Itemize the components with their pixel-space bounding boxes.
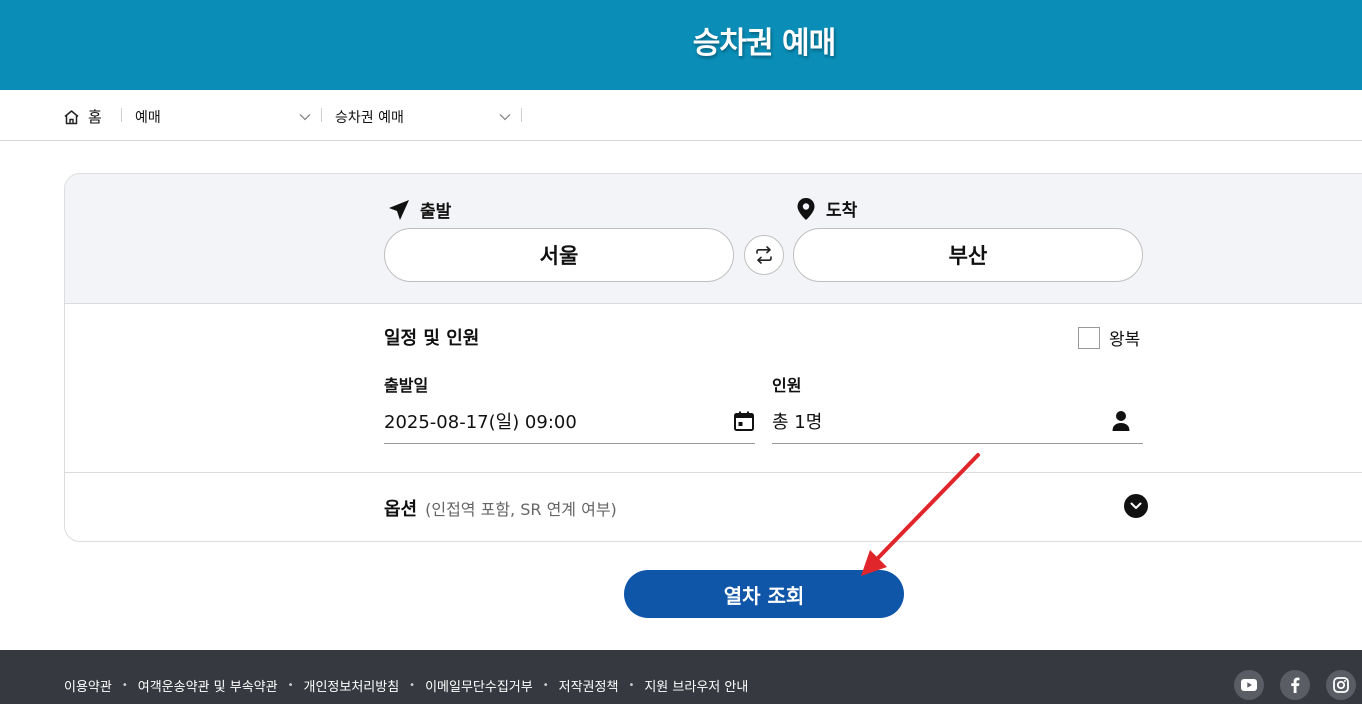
arrival-label-text: 도착 [826,201,858,221]
breadcrumb-dropdown-ticket[interactable]: 승차권 예매 [335,107,511,127]
home-icon [64,109,79,124]
footer-link-browser[interactable]: 지원 브라우저 안내 [644,676,748,695]
separator-dot: • [409,680,416,691]
instagram-icon [1333,677,1349,693]
departure-label-text: 출발 [420,202,452,222]
facebook-link[interactable] [1280,670,1310,700]
departure-date-value: 2025-08-17(일) 09:00 [384,411,577,433]
swap-icon [756,246,772,264]
departure-date-field[interactable]: 2025-08-17(일) 09:00 [384,398,755,444]
divider [65,472,1362,473]
schedule-section-title: 일정 및 인원 [384,328,480,349]
footer-links: 이용약관 • 여객운송약관 및 부속약관 • 개인정보처리방침 • 이메일무단수… [64,676,748,695]
breadcrumb-home-label: 홈 [88,108,102,126]
options-section[interactable]: 옵션 (인접역 포함, SR 연계 여부) [384,495,617,521]
breadcrumb-divider [321,108,322,122]
page-footer: 이용약관 • 여객운송약관 및 부속약관 • 개인정보처리방침 • 이메일무단수… [0,650,1362,704]
options-expand-button[interactable] [1124,494,1148,518]
options-subtitle: (인접역 포함, SR 연계 여부) [425,500,617,519]
departure-label: 출발 [388,197,451,222]
arrival-station-button[interactable]: 부산 [793,228,1143,282]
page-header: 승차권 예매 [0,0,1362,90]
chevron-down-icon [1130,502,1142,509]
departure-station-button[interactable]: 서울 [384,228,734,282]
breadcrumb-home[interactable]: 홈 [63,106,102,127]
footer-link-copyright[interactable]: 저작권정책 [559,676,619,695]
breadcrumb-divider [121,108,122,122]
chevron-down-icon [499,114,511,121]
instagram-link[interactable] [1326,670,1356,700]
departure-date-label: 출발일 [384,376,429,395]
train-search-button[interactable]: 열차 조회 [624,570,904,618]
roundtrip-checkbox[interactable]: 왕복 [1078,325,1140,350]
roundtrip-label: 왕복 [1109,330,1141,350]
footer-link-transport-terms[interactable]: 여객운송약관 및 부속약관 [138,676,278,695]
facebook-icon [1291,677,1300,693]
separator-dot: • [287,680,294,691]
page-title: 승차권 예매 [692,26,836,61]
separator-dot: • [121,680,128,691]
navigation-arrow-icon [389,199,409,220]
youtube-icon [1241,679,1257,691]
breadcrumb: 홈 예매 승차권 예매 [0,90,1362,141]
passengers-field[interactable]: 총 1명 [772,398,1143,444]
person-icon [1112,410,1130,431]
footer-link-terms[interactable]: 이용약관 [64,676,112,695]
passengers-value: 총 1명 [772,411,823,433]
breadcrumb-level1-label: 예매 [135,110,161,126]
breadcrumb-divider [521,108,522,122]
arrival-label: 도착 [796,196,857,221]
chevron-down-icon [299,114,311,121]
options-title: 옵션 [384,499,418,520]
swap-stations-button[interactable] [744,235,784,275]
location-pin-icon [797,197,815,220]
footer-link-email-refusal[interactable]: 이메일무단수집거부 [425,676,533,695]
breadcrumb-dropdown-reservation[interactable]: 예매 [135,107,311,127]
separator-dot: • [542,680,549,691]
youtube-link[interactable] [1234,670,1264,700]
breadcrumb-level2-label: 승차권 예매 [335,110,404,126]
checkbox-box[interactable] [1078,326,1100,349]
separator-dot: • [628,680,635,691]
calendar-icon [734,411,754,431]
footer-link-privacy[interactable]: 개인정보처리방침 [303,676,399,695]
passengers-label: 인원 [772,376,802,395]
